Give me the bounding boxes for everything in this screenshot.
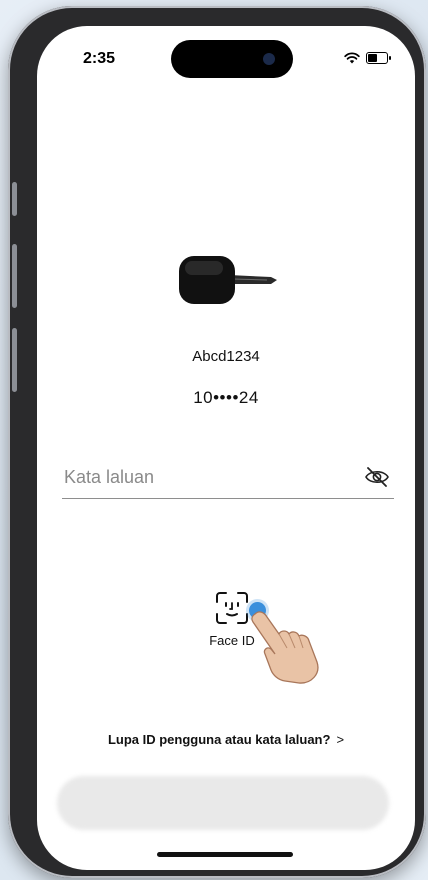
face-id-icon xyxy=(216,592,248,624)
login-button[interactable] xyxy=(57,776,389,830)
car-key-icon xyxy=(179,256,277,304)
silent-switch xyxy=(12,182,17,216)
status-time: 2:35 xyxy=(83,50,116,67)
phone-frame: 2:35 Abcd1234 10••••24 Face ID Lupa ID p… xyxy=(8,6,426,878)
password-field[interactable] xyxy=(62,456,394,499)
username-label: Abcd1234 xyxy=(192,348,260,365)
pointing-hand-icon xyxy=(251,611,319,684)
screen: 2:35 Abcd1234 10••••24 Face ID Lupa ID p… xyxy=(37,26,415,870)
home-indicator[interactable] xyxy=(157,852,293,857)
battery-icon xyxy=(366,52,391,64)
wifi-icon xyxy=(344,52,360,64)
forgot-credentials-link[interactable]: Lupa ID pengguna atau kata laluan? > xyxy=(37,732,415,747)
volume-down-button xyxy=(12,328,17,392)
forgot-credentials-label: Lupa ID pengguna atau kata laluan? xyxy=(107,732,331,747)
volume-up-button xyxy=(12,244,17,308)
masked-phone-label: 10••••24 xyxy=(193,388,259,407)
front-camera xyxy=(263,53,275,65)
dynamic-island xyxy=(171,40,293,78)
status-icons xyxy=(344,52,391,64)
eye-off-icon[interactable] xyxy=(364,464,390,490)
chevron-right-icon: > xyxy=(336,732,345,747)
